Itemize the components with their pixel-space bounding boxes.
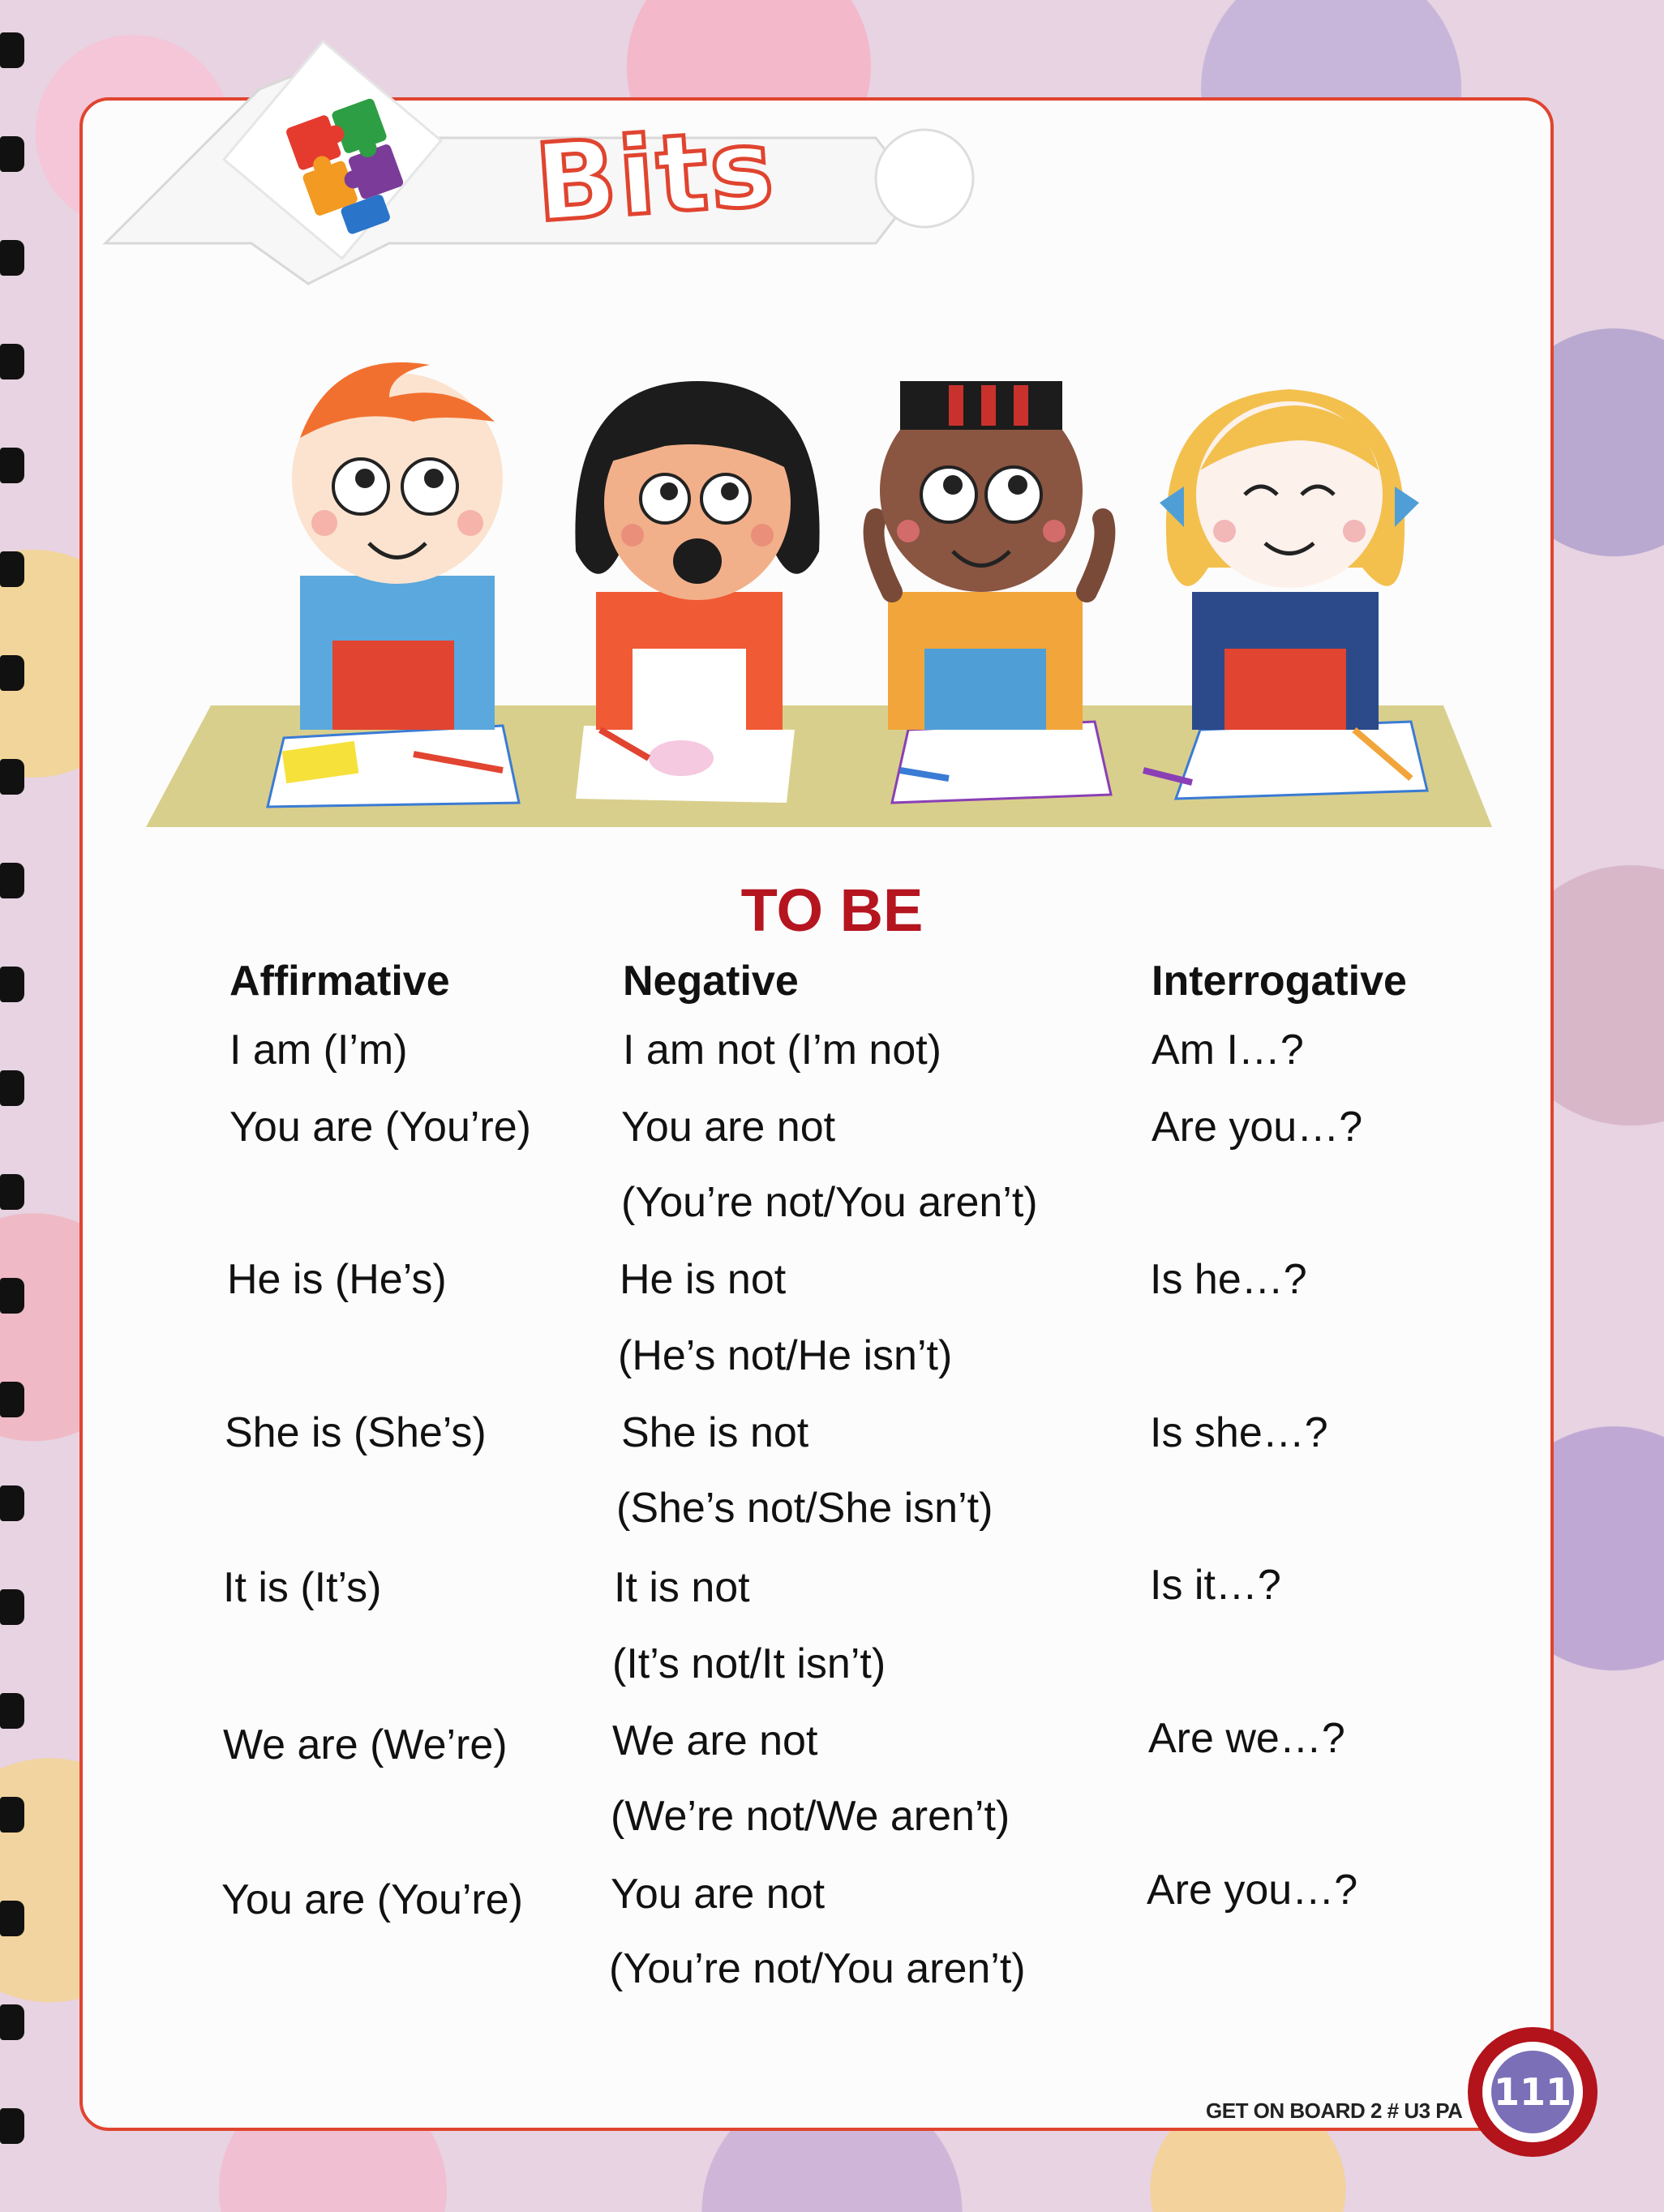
interrogative-form: Is he…? <box>1150 1256 1307 1303</box>
affirmative-form: It is (It’s) <box>223 1564 382 1611</box>
affirmative-form: I am (I’m) <box>229 1027 408 1074</box>
section-header-title: Bits <box>529 103 781 248</box>
negative-contraction: (You’re not/You aren’t) <box>621 1179 1038 1226</box>
negative-contraction: (He’s not/He isn’t) <box>618 1332 953 1379</box>
affirmative-form: She is (She’s) <box>225 1409 487 1456</box>
negative-form: It is not <box>614 1564 750 1611</box>
negative-contraction: (You’re not/You aren’t) <box>609 1945 1026 1992</box>
negative-form: We are not <box>612 1717 818 1764</box>
affirmative-form: You are (You’re) <box>229 1104 531 1151</box>
affirmative-form: You are (You’re) <box>221 1876 523 1923</box>
negative-contraction: (We’re not/We aren’t) <box>611 1793 1010 1840</box>
negative-contraction: (It’s not/It isn’t) <box>612 1640 886 1687</box>
negative-form: You are not <box>621 1104 836 1151</box>
column-header-affirmative: Affirmative <box>229 958 450 1005</box>
affirmative-form: He is (He’s) <box>227 1256 447 1303</box>
negative-form: You are not <box>611 1871 826 1918</box>
interrogative-form: Are you…? <box>1147 1867 1358 1914</box>
book-reference: GET ON BOARD 2 # U3 PA <box>1206 2098 1463 2123</box>
interrogative-form: Are you…? <box>1152 1104 1363 1151</box>
interrogative-form: Are we…? <box>1148 1715 1345 1762</box>
negative-form: He is not <box>620 1256 787 1303</box>
interrogative-form: Is she…? <box>1150 1409 1328 1456</box>
page-number: 111 <box>1491 2051 1574 2133</box>
interrogative-form: Is it…? <box>1150 1562 1281 1609</box>
column-header-negative: Negative <box>623 958 799 1005</box>
negative-contraction: (She’s not/She isn’t) <box>616 1485 993 1532</box>
children-at-desk-illustration <box>146 362 1492 827</box>
affirmative-form: We are (We’re) <box>223 1721 508 1768</box>
puzzle-icon <box>286 98 404 234</box>
negative-form: She is not <box>621 1409 809 1456</box>
negative-form: I am not (I’m not) <box>623 1027 941 1074</box>
page-number-badge: 111 <box>1468 2027 1598 2157</box>
interrogative-form: Am I…? <box>1152 1027 1304 1074</box>
column-header-interrogative: Interrogative <box>1152 958 1407 1005</box>
grammar-title: TO BE <box>740 877 924 944</box>
